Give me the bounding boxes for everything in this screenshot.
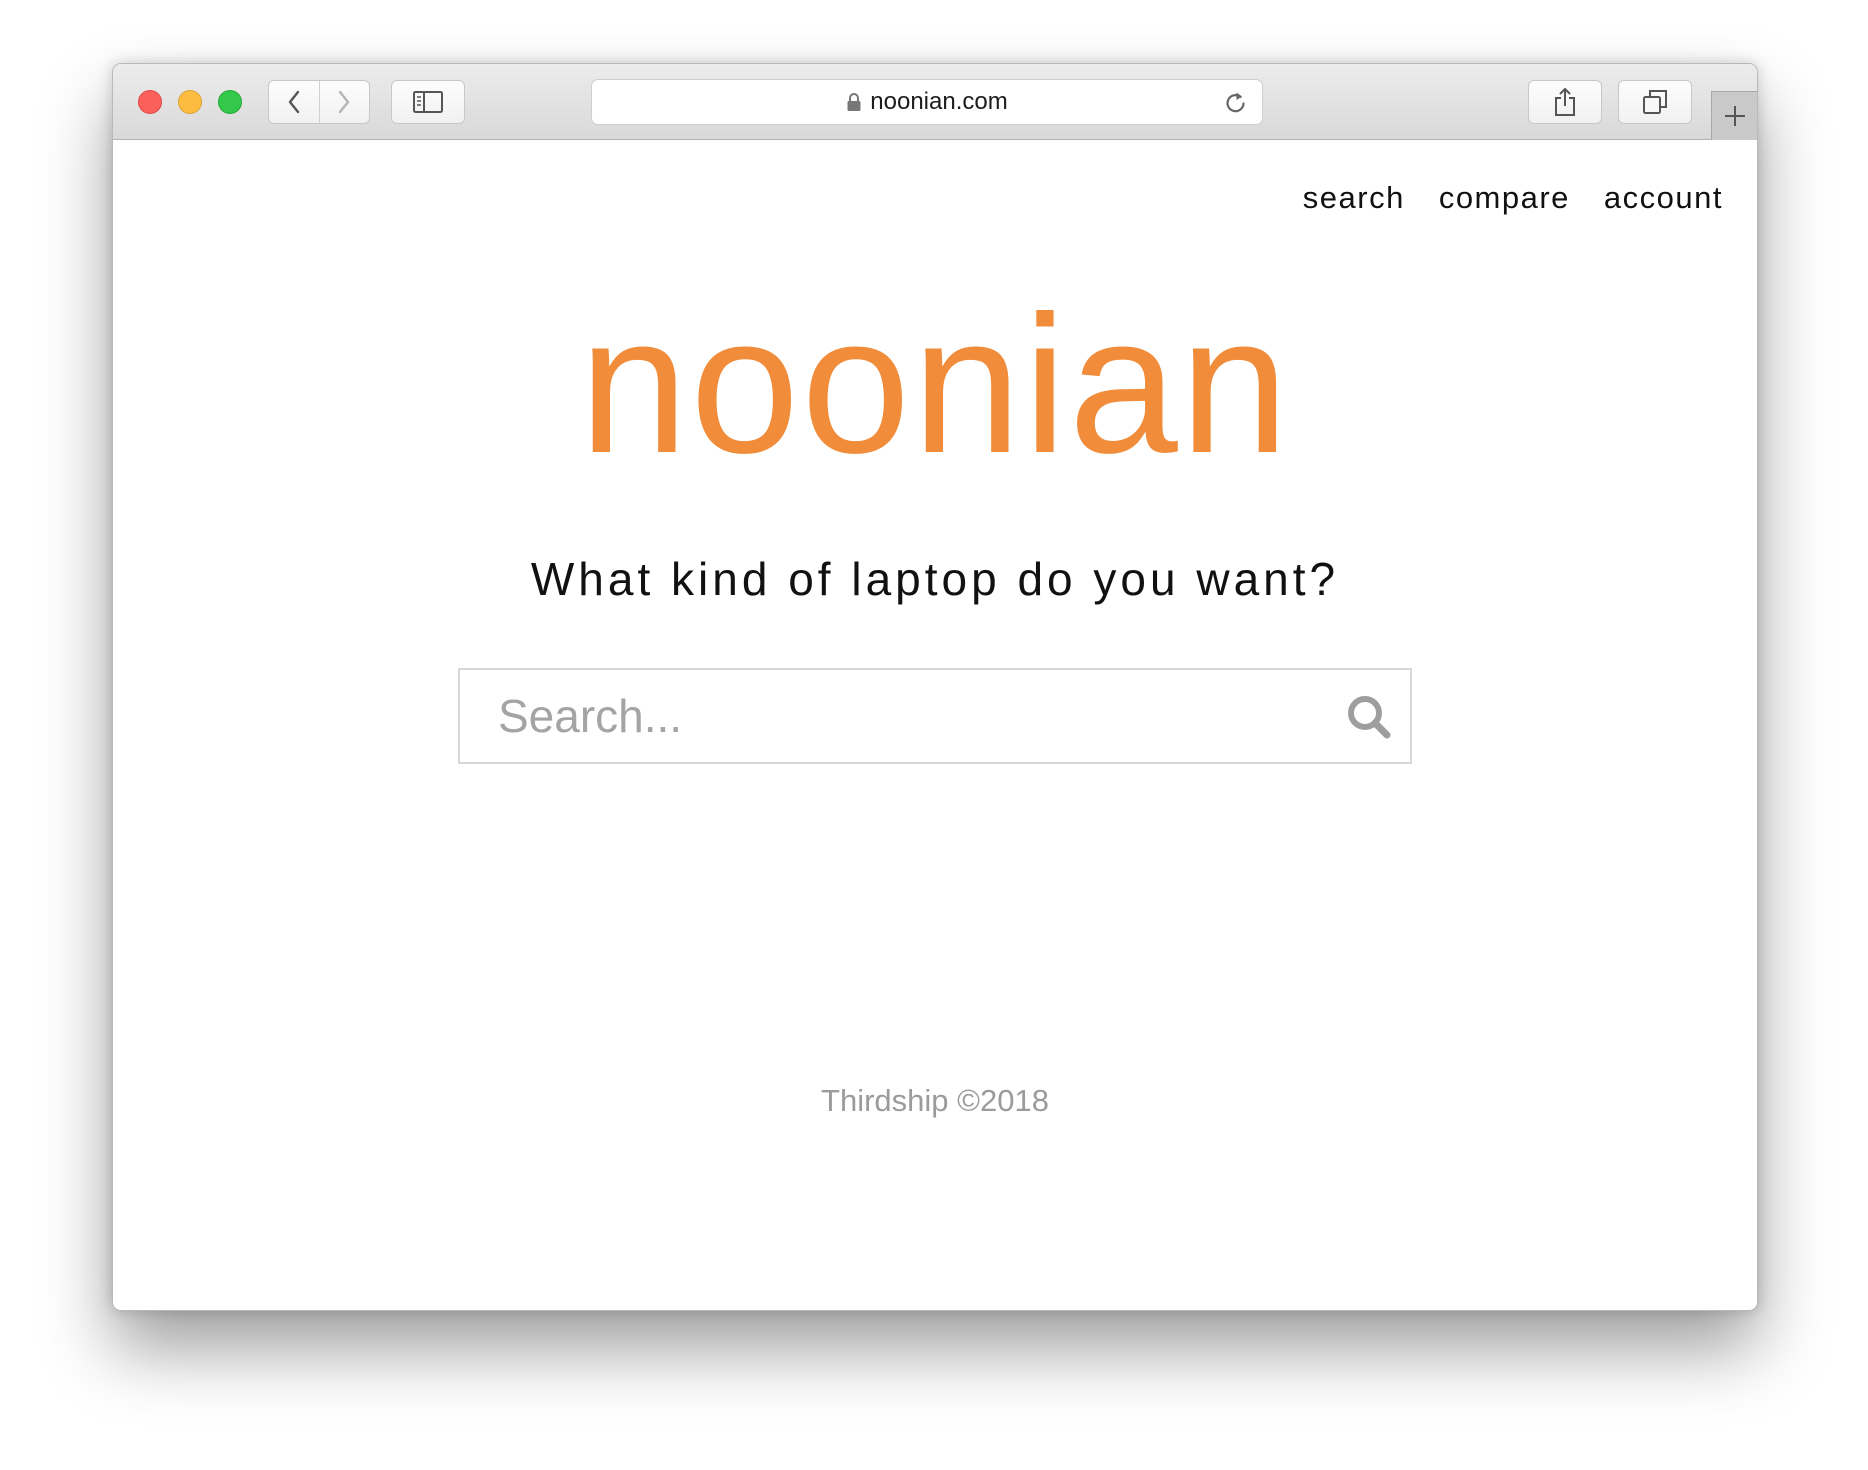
browser-toolbar: noonian.com [113, 64, 1757, 140]
search-input[interactable] [498, 670, 1298, 762]
sidebar-icon [413, 91, 443, 113]
reload-icon [1226, 92, 1245, 113]
address-url: noonian.com [870, 88, 1008, 115]
share-icon [1555, 88, 1575, 116]
search-box [458, 668, 1412, 764]
maximize-window-button[interactable] [218, 90, 242, 114]
footer-copyright: Thirdship ©2018 [821, 1083, 1049, 1118]
history-nav-group [268, 80, 370, 124]
back-button[interactable] [269, 81, 319, 123]
search-button[interactable] [1346, 694, 1392, 745]
tabs-icon [1643, 90, 1667, 114]
sidebar-toggle-button[interactable] [391, 80, 465, 124]
top-nav: search compare account [1303, 180, 1723, 216]
plus-icon [1724, 106, 1745, 126]
nav-link-compare[interactable]: compare [1439, 180, 1570, 216]
browser-window: noonian.com search compare account nooni… [112, 63, 1758, 1311]
close-window-button[interactable] [138, 90, 162, 114]
address-display: noonian.com [592, 80, 1262, 124]
chevron-right-icon [339, 90, 350, 114]
chevron-left-icon [288, 90, 299, 114]
address-bar[interactable]: noonian.com [591, 79, 1263, 125]
minimize-window-button[interactable] [178, 90, 202, 114]
tagline: What kind of laptop do you want? [530, 553, 1340, 605]
show-tabs-button[interactable] [1618, 80, 1692, 124]
page-content: search compare account noonian What kind… [113, 140, 1757, 1310]
nav-link-account[interactable]: account [1604, 180, 1723, 216]
site-logo: noonian [579, 275, 1291, 494]
share-button[interactable] [1528, 80, 1602, 124]
search-icon [1348, 696, 1391, 739]
reload-button[interactable] [1224, 90, 1248, 121]
nav-link-search[interactable]: search [1303, 180, 1405, 216]
lock-icon [846, 92, 862, 112]
new-tab-button[interactable] [1711, 91, 1757, 140]
forward-button[interactable] [318, 81, 370, 123]
